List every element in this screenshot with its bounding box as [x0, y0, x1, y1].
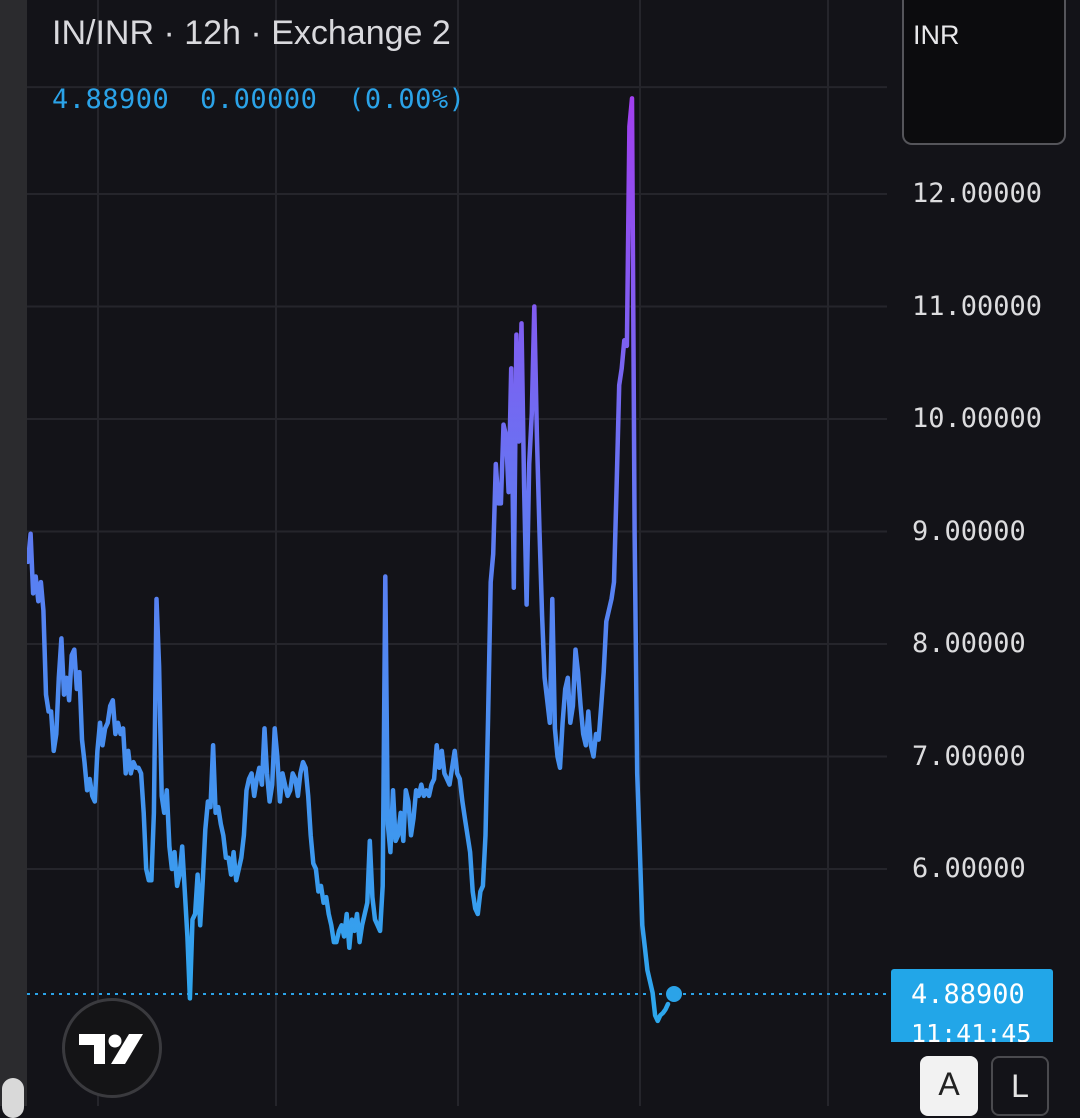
chart-title: IN/INR · 12h · Exchange 2 — [52, 14, 451, 53]
interval-label[interactable]: 12h — [184, 14, 241, 52]
auto-scale-button[interactable]: A — [920, 1056, 978, 1116]
tradingview-logo-icon[interactable] — [62, 998, 162, 1098]
price-tag-value: 4.88900 — [911, 979, 1025, 1010]
title-separator: · — [250, 14, 272, 52]
y-tick-label: 9.00000 — [912, 515, 1026, 547]
exchange-label: Exchange 2 — [271, 14, 451, 52]
y-tick-label: 12.00000 — [912, 178, 1043, 209]
scroll-handle[interactable] — [2, 1078, 24, 1118]
symbol-name[interactable]: IN/INR — [52, 14, 154, 52]
left-scroll-strip — [0, 0, 27, 1106]
log-scale-button[interactable]: L — [991, 1056, 1049, 1116]
vertical-grid — [97, 0, 829, 1106]
currency-label: INR — [913, 20, 960, 50]
last-price: 4.88900 — [52, 84, 170, 115]
y-tick-label: 10.00000 — [912, 403, 1043, 434]
y-tick-label: 6.00000 — [912, 853, 1026, 884]
price-change-percent: (0.00%) — [348, 84, 466, 115]
logo-glyph — [79, 1034, 143, 1064]
currency-selector[interactable]: INR — [902, 0, 1066, 145]
y-tick-label: 7.00000 — [912, 740, 1026, 772]
title-separator: · — [163, 14, 185, 52]
current-price-tag: 4.88900 11:41:45 — [891, 969, 1053, 1042]
price-chart[interactable] — [0, 0, 1080, 1106]
price-change: 0.00000 — [200, 84, 318, 115]
price-series-line[interactable] — [25, 96, 671, 1024]
y-tick-label: 8.00000 — [912, 628, 1026, 659]
price-summary: 4.88900 0.00000 (0.00%) — [52, 84, 479, 115]
bar-countdown: 11:41:45 — [911, 1019, 1032, 1042]
y-tick-label: 11.00000 — [912, 290, 1043, 322]
current-price-dot[interactable] — [666, 985, 682, 1002]
